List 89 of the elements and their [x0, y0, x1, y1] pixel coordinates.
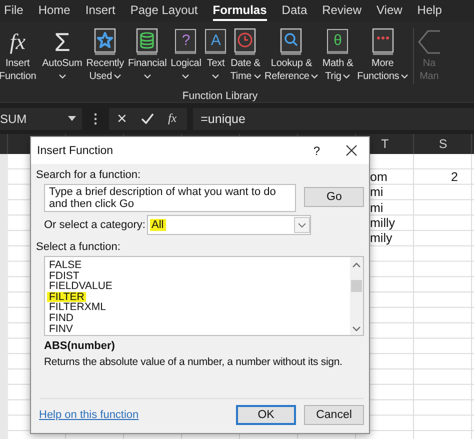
scrollbar[interactable] — [350, 257, 363, 335]
book-icon: θ — [327, 29, 348, 54]
cell-text: milly — [370, 217, 395, 230]
column-header[interactable]: T — [381, 137, 389, 151]
insert-function-icon[interactable]: fx — [168, 111, 177, 126]
function-icon: fx — [10, 28, 26, 54]
sigma-icon: Σ — [54, 28, 70, 56]
function-list-label: Select a function: — [36, 241, 122, 253]
dots-book-icon — [372, 28, 394, 56]
scroll-down-icon[interactable] — [352, 326, 361, 332]
ribbon-button[interactable]: θ Math & Trig — [321, 26, 354, 83]
ribbon-button[interactable]: Date & Time — [229, 26, 262, 83]
ribbon-button[interactable]: More Functions — [356, 26, 410, 83]
ribbon-label: Text — [206, 57, 225, 70]
ribbon-tab[interactable]: Home — [38, 1, 70, 21]
search-book-icon — [280, 28, 302, 56]
ribbon-tab[interactable]: Insert — [85, 1, 116, 21]
ribbon-label: Date & — [230, 57, 260, 70]
ribbon-label: Man — [420, 70, 439, 83]
cell-text: om — [370, 170, 388, 184]
close-icon[interactable] — [346, 145, 357, 156]
star-book-icon — [94, 28, 116, 56]
ribbon-label: Reference — [264, 70, 310, 83]
tag-icon — [418, 28, 440, 56]
more-icon[interactable] — [94, 112, 97, 124]
cell-text: 2 — [451, 170, 458, 184]
ribbon-button[interactable]: Recently Used — [85, 26, 125, 83]
function-item[interactable]: FALSE — [49, 260, 82, 271]
ribbon-button[interactable]: A Text — [204, 26, 228, 83]
function-syntax: ABS(number) — [44, 340, 116, 352]
function-item[interactable]: FILTER — [47, 292, 86, 302]
ribbon-label: Lookup & — [270, 57, 312, 70]
group-label: Function Library — [181, 90, 259, 102]
ribbon-label: Logical — [170, 57, 202, 70]
dialog-title: Insert Function — [37, 144, 114, 156]
search-label: Search for a function: — [36, 169, 142, 181]
ribbon-label: Trig — [325, 70, 342, 83]
ribbon-label: AutoSum — [42, 57, 82, 70]
function-item[interactable]: FIELDVALUE — [49, 281, 112, 292]
ribbon-label: Function — [0, 70, 36, 83]
cell-text: mi — [370, 186, 384, 199]
ribbon-button[interactable]: Lookup & Reference — [264, 26, 320, 83]
cell-text: mi — [370, 202, 384, 214]
ribbon-label: Used — [89, 70, 112, 83]
function-description: Returns the absolute value of a number, a number without its sign. — [44, 356, 344, 368]
ok-button[interactable]: OK — [236, 405, 296, 425]
function-item[interactable]: FILTERXML — [49, 302, 106, 313]
category-label: Or select a category: — [44, 219, 146, 231]
cancel-button[interactable]: Cancel — [304, 405, 364, 425]
scroll-thumb[interactable] — [351, 280, 362, 292]
ribbon-label: Na — [422, 57, 436, 70]
ribbon-label: Functions — [357, 70, 400, 83]
ribbon-label: Insert — [6, 57, 30, 70]
ribbon-tab[interactable]: File — [4, 1, 24, 21]
category-dropdown[interactable]: All — [146, 215, 310, 235]
formula-field[interactable]: =unique — [192, 108, 474, 130]
cell-text: mily — [370, 232, 392, 245]
clock-book-icon — [234, 28, 256, 56]
search-field[interactable]: Type a brief description of what you want to do and then click Go — [44, 184, 296, 212]
function-item[interactable]: FDIST — [49, 270, 80, 282]
ribbon-tab[interactable]: View — [376, 1, 402, 21]
function-item[interactable]: FIND — [49, 312, 74, 324]
ribbon-label: More — [372, 57, 394, 70]
check-icon[interactable] — [140, 113, 154, 124]
dropdown-icon — [68, 116, 76, 121]
ribbon-label: Math & — [322, 57, 354, 70]
help-link[interactable]: Help on this function — [39, 409, 228, 421]
book-icon: ? — [175, 29, 196, 54]
ribbon-label: Recently — [86, 57, 124, 70]
column-header[interactable]: S — [438, 137, 448, 151]
book-icon: A — [205, 29, 226, 54]
ribbon-tab[interactable]: Data — [282, 1, 308, 21]
ribbon-button[interactable]: Σ AutoSum — [41, 26, 84, 83]
scroll-up-icon[interactable] — [352, 262, 361, 268]
ribbon-button[interactable]: fx Insert Function — [0, 26, 38, 83]
cancel-icon[interactable]: × — [117, 110, 127, 127]
ribbon-tab[interactable]: Help — [417, 1, 442, 21]
name-box[interactable]: SUM — [0, 108, 82, 130]
help-button[interactable]: ? — [313, 144, 320, 158]
ribbon-button[interactable]: ? Logical — [170, 26, 202, 83]
ribbon-tab[interactable]: Review — [322, 1, 362, 21]
ribbon-tab[interactable]: Page Layout — [130, 1, 198, 21]
go-button[interactable]: Go — [304, 187, 364, 207]
dropdown-icon[interactable] — [294, 217, 310, 233]
ribbon-label: Financial — [128, 57, 167, 70]
ribbon-button[interactable]: Financial — [126, 26, 168, 83]
ribbon-label: Time — [230, 70, 252, 83]
function-item[interactable]: FINV — [49, 324, 73, 334]
database-book-icon — [136, 28, 158, 56]
